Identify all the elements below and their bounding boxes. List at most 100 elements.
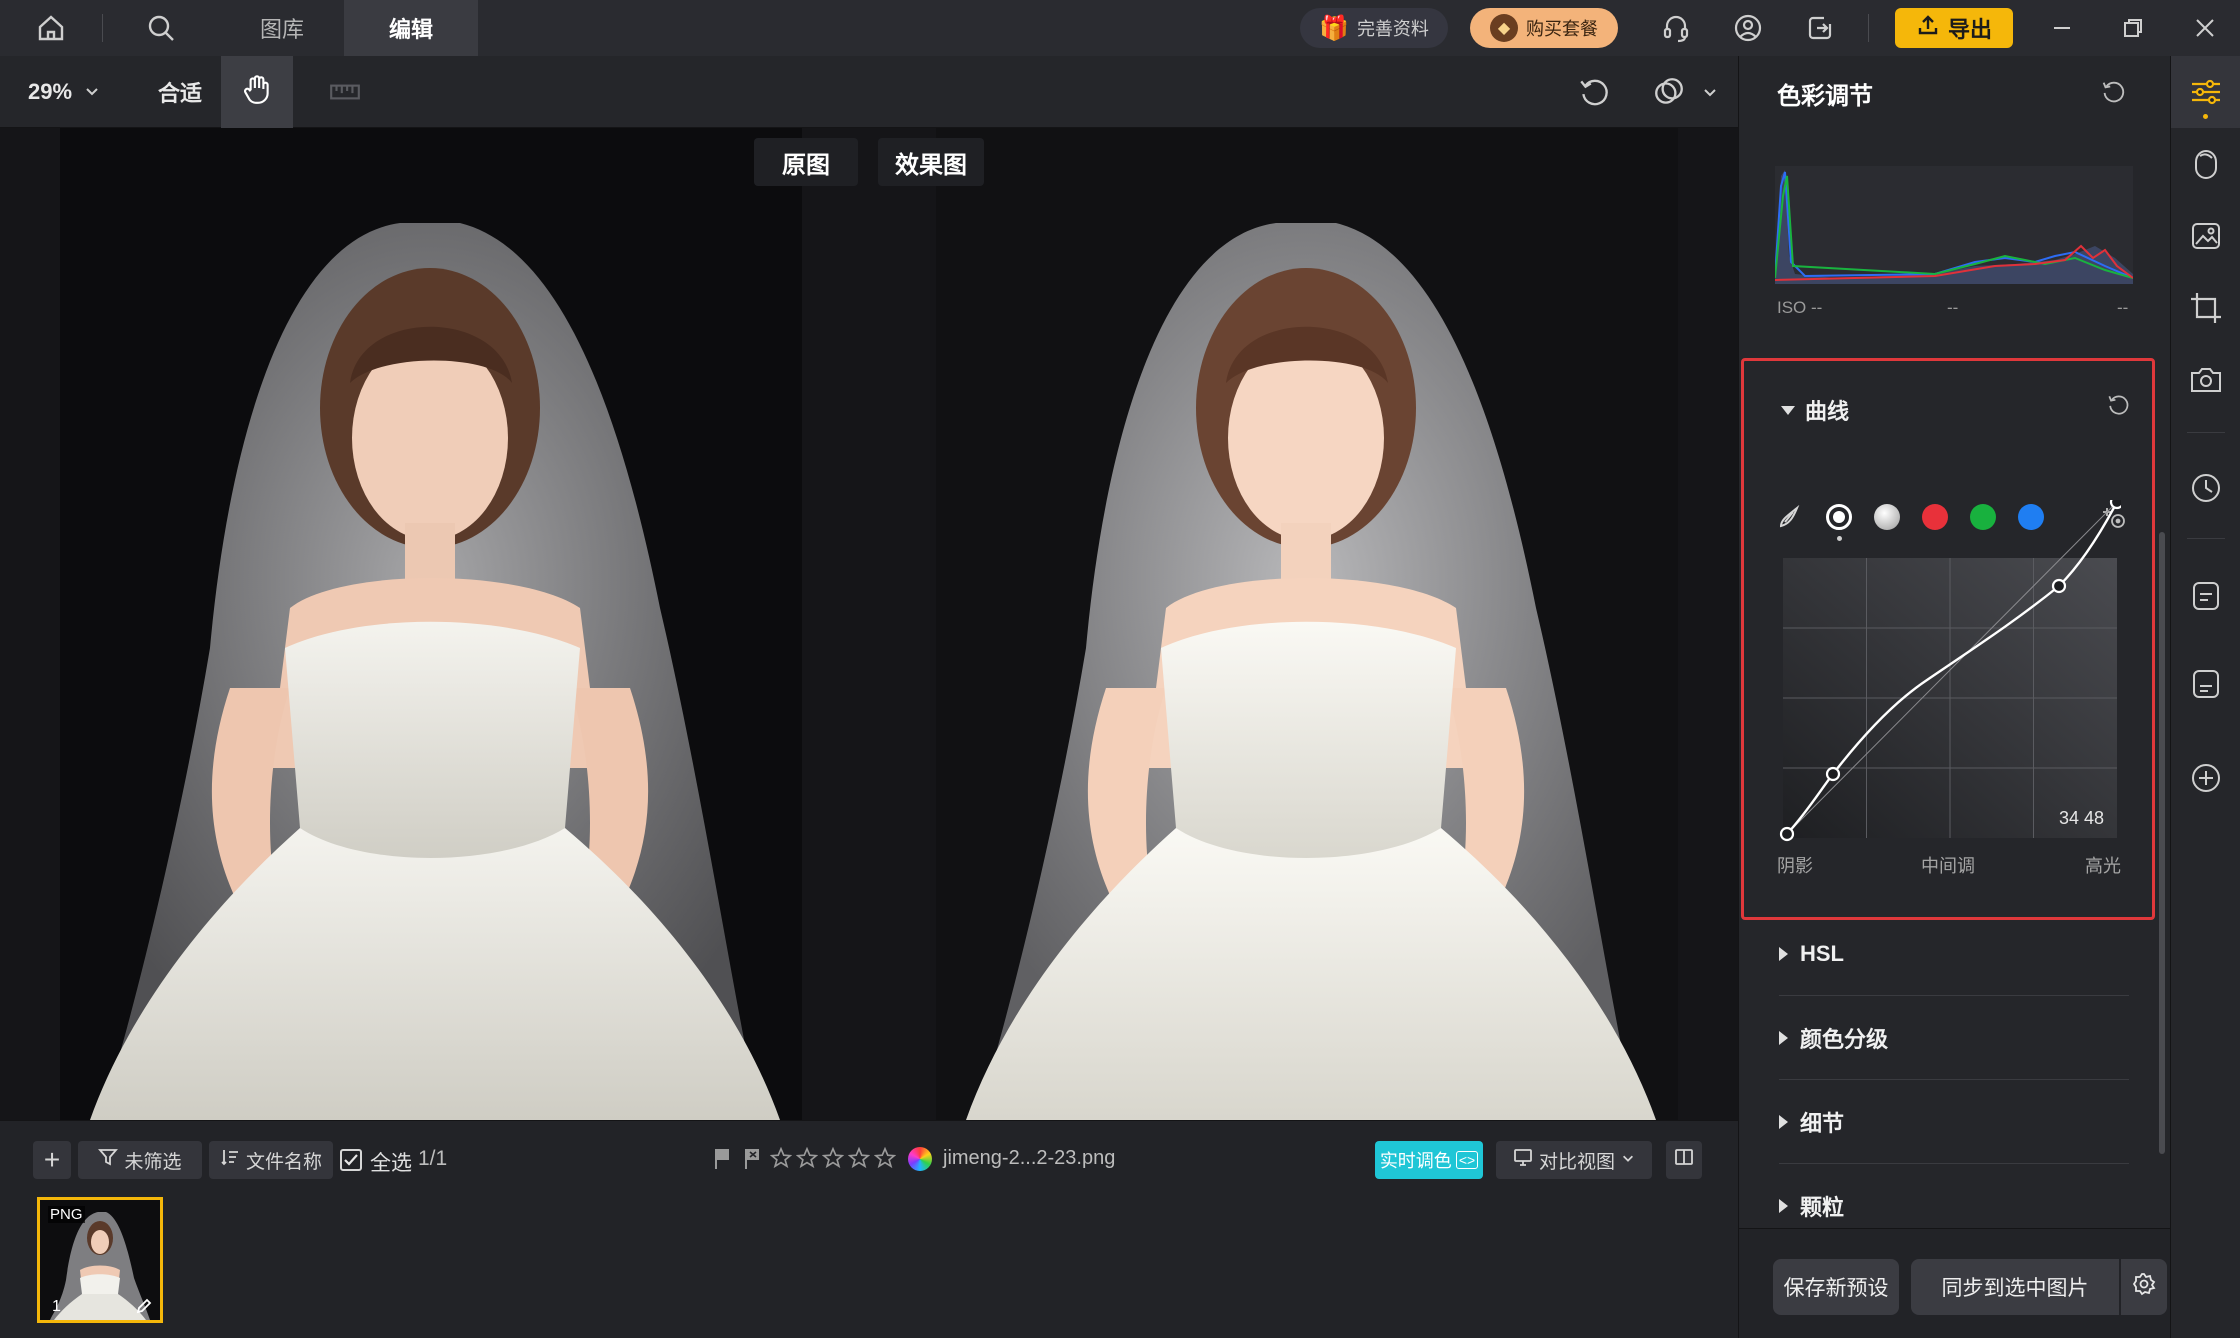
hand-tool-button[interactable] xyxy=(221,56,293,128)
section-color-grading[interactable]: 颜色分级 xyxy=(1779,996,2129,1080)
section-hsl[interactable]: HSL xyxy=(1779,912,2129,996)
ruler-icon[interactable] xyxy=(325,74,365,110)
gear-icon xyxy=(2132,1272,2156,1302)
export-label: 导出 xyxy=(1947,17,1992,42)
sort-icon xyxy=(220,1147,240,1173)
tab-edit[interactable]: 编辑 xyxy=(344,0,478,56)
face-retouch-icon[interactable] xyxy=(2188,146,2224,182)
section-detail-label: 细节 xyxy=(1800,1110,1845,1136)
undo-icon[interactable] xyxy=(1574,72,1614,112)
highlights-label: 高光 xyxy=(2085,856,2121,876)
export-button[interactable]: 导出 xyxy=(1895,8,2013,48)
effect-view-label[interactable]: 效果图 xyxy=(878,138,984,186)
caret-right-icon xyxy=(1779,1114,1788,1129)
reset-icon[interactable] xyxy=(2099,78,2129,108)
share-icon[interactable] xyxy=(1800,8,1840,48)
filter-icon xyxy=(98,1147,119,1173)
original-view-label[interactable]: 原图 xyxy=(754,138,858,186)
zoom-value: 29% xyxy=(28,79,73,104)
histogram-iso: ISO -- xyxy=(1777,298,1823,317)
rail-divider xyxy=(2187,432,2225,433)
camera-icon[interactable] xyxy=(2188,362,2224,398)
selection-count: 1/1 xyxy=(418,1147,448,1170)
crop-icon[interactable] xyxy=(2188,290,2224,326)
filmstrip-bar: + 未筛选 文件名称 全选 1/1 jimeng-2...2-23.png 实时… xyxy=(0,1120,1738,1338)
caret-down-icon xyxy=(1781,405,1795,415)
star-icon[interactable] xyxy=(873,1146,898,1171)
fit-button[interactable]: 合适 xyxy=(158,72,202,112)
caret-right-icon xyxy=(1779,1199,1788,1213)
chevron-down-icon[interactable] xyxy=(1700,84,1720,100)
color-adjust-icon[interactable] xyxy=(2188,74,2224,110)
section-detail[interactable]: 细节 xyxy=(1779,1080,2129,1164)
active-indicator xyxy=(2203,114,2208,119)
save-preset-button[interactable]: 保存新预设 xyxy=(1773,1259,1899,1315)
realtime-grading-button[interactable]: 实时调色 <> xyxy=(1375,1141,1483,1179)
buy-plan-label: 购买套餐 xyxy=(1526,19,1598,39)
chevron-down-icon xyxy=(1621,1149,1635,1171)
sort-button[interactable]: 文件名称 xyxy=(209,1141,333,1179)
panel-scrollbar[interactable] xyxy=(2159,532,2165,1154)
close-icon[interactable] xyxy=(2185,8,2225,48)
history-icon[interactable] xyxy=(2188,470,2224,506)
zoom-select[interactable]: 29% xyxy=(28,72,100,112)
top-bar: 图库 编辑 🎁 完善资料 ◆ 购买套餐 导出 xyxy=(0,0,2240,56)
restore-icon[interactable] xyxy=(2113,8,2153,48)
color-label-icon[interactable] xyxy=(908,1147,932,1171)
add-tool-icon[interactable] xyxy=(2188,760,2224,796)
effect-photo xyxy=(936,128,1678,1120)
reset-icon[interactable] xyxy=(2105,392,2133,420)
sync-settings-button[interactable] xyxy=(2121,1259,2167,1315)
select-all-label[interactable]: 全选 xyxy=(370,1147,412,1177)
sync-selected-button[interactable]: 同步到选中图片 xyxy=(1911,1259,2119,1315)
midtones-label: 中间调 xyxy=(1921,856,1975,876)
reject-flag-icon[interactable] xyxy=(742,1147,762,1171)
realtime-label: 实时调色 xyxy=(1379,1151,1452,1171)
image-canvas[interactable]: 原图 效果图 xyxy=(0,128,1738,1120)
mask-icon[interactable] xyxy=(1649,72,1689,112)
tab-gallery[interactable]: 图库 xyxy=(214,0,350,56)
star-icon[interactable] xyxy=(769,1146,794,1171)
support-icon[interactable] xyxy=(1656,8,1696,48)
curve-readout: 34 48 xyxy=(2059,808,2105,828)
section-hsl-label: HSL xyxy=(1800,940,1844,966)
hand-icon xyxy=(240,72,274,112)
complete-profile-label: 完善资料 xyxy=(1356,19,1429,39)
caret-right-icon xyxy=(1779,1030,1788,1045)
curves-header[interactable]: 曲线 xyxy=(1781,394,1849,426)
star-icon[interactable] xyxy=(847,1146,872,1171)
thumbnail[interactable]: PNG 1 xyxy=(37,1197,163,1323)
histogram-shutter: -- xyxy=(2117,298,2129,317)
compare-view-button[interactable]: 对比视图 xyxy=(1496,1141,1652,1179)
search-icon[interactable] xyxy=(141,8,181,48)
add-button[interactable]: + xyxy=(33,1141,71,1179)
section-color-grading-label: 颜色分级 xyxy=(1800,1026,1889,1052)
user-icon[interactable] xyxy=(1728,8,1768,48)
chevron-down-icon xyxy=(84,79,100,105)
code-icon: <> xyxy=(1455,1151,1479,1169)
rail-divider xyxy=(2187,538,2225,539)
minimize-icon[interactable] xyxy=(2042,8,2082,48)
plus-icon: + xyxy=(43,1144,61,1175)
preset-list-icon[interactable] xyxy=(2188,578,2224,614)
image-edit-icon[interactable] xyxy=(2188,218,2224,254)
tool-rail xyxy=(2170,56,2240,1338)
file-name: jimeng-2...2-23.png xyxy=(943,1147,1116,1169)
curve-graph[interactable] xyxy=(1777,494,2125,846)
panel-title: 色彩调节 xyxy=(1777,83,1873,110)
star-icon[interactable] xyxy=(795,1146,820,1171)
edited-icon xyxy=(134,1296,154,1316)
notes-icon[interactable] xyxy=(2188,666,2224,702)
divider xyxy=(1868,14,1869,42)
star-icon[interactable] xyxy=(821,1146,846,1171)
edit-toolbar: 29% 合适 xyxy=(0,56,1738,128)
select-all-checkbox[interactable] xyxy=(340,1149,362,1171)
buy-plan-button[interactable]: ◆ 购买套餐 xyxy=(1470,8,1618,48)
monitor-icon xyxy=(1513,1147,1533,1173)
histogram-aperture: -- xyxy=(1947,298,1959,317)
split-view-button[interactable] xyxy=(1666,1141,1702,1179)
home-icon[interactable] xyxy=(31,8,71,48)
complete-profile-button[interactable]: 🎁 完善资料 xyxy=(1300,8,1448,48)
filter-button[interactable]: 未筛选 xyxy=(78,1141,202,1179)
flag-icon[interactable] xyxy=(712,1147,732,1171)
